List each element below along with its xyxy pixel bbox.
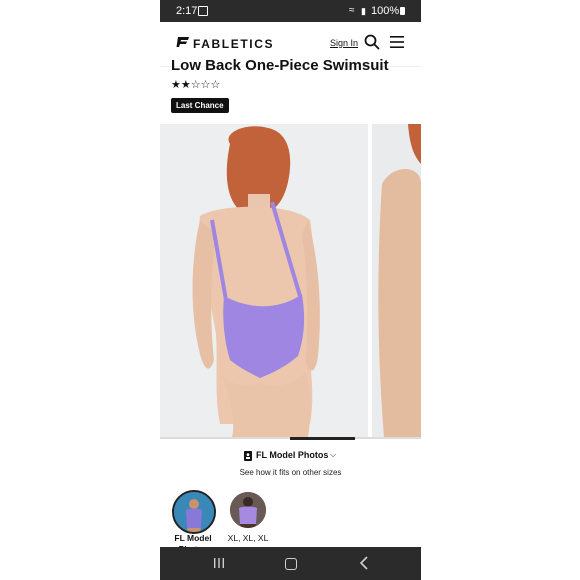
product-image-main[interactable] xyxy=(160,124,368,437)
android-nav-bar xyxy=(160,547,421,580)
thumbnail-label-xl: XL, XL, XL xyxy=(227,533,269,543)
model-thumbnail-fl[interactable] xyxy=(172,490,216,534)
product-image-next[interactable] xyxy=(372,124,421,437)
back-icon[interactable] xyxy=(359,556,369,570)
product-title: Low Back One-Piece Swimsuit xyxy=(171,57,389,74)
model-photo-icon xyxy=(244,451,252,461)
menu-icon[interactable] xyxy=(390,36,404,48)
signal-icon: ▮ xyxy=(361,6,366,16)
phone-screen: 2:17 ≈ ▮ 100% FABLETICS Sign In Low Back… xyxy=(160,0,421,580)
chevron-down-icon[interactable]: ⌵ xyxy=(330,450,336,460)
model-photos-toggle[interactable]: FL Model Photos xyxy=(256,450,328,460)
battery-icon xyxy=(400,7,405,15)
status-time: 2:17 xyxy=(176,5,198,17)
home-icon[interactable] xyxy=(285,558,297,570)
search-icon[interactable] xyxy=(364,34,380,50)
recents-icon[interactable] xyxy=(213,557,225,569)
logo-icon[interactable] xyxy=(176,36,190,48)
signin-link[interactable]: Sign In xyxy=(330,38,358,48)
gallery-scroll-indicator[interactable] xyxy=(290,437,355,440)
status-bar: 2:17 ≈ ▮ 100% xyxy=(160,0,421,22)
wifi-icon: ≈ xyxy=(349,5,355,16)
model-photo-back xyxy=(160,124,368,437)
thumbnail-image xyxy=(230,492,266,528)
last-chance-badge: Last Chance xyxy=(171,98,229,113)
model-photo-side xyxy=(372,124,421,437)
rating-stars[interactable]: ★★☆☆☆ xyxy=(171,78,220,91)
battery-percent: 100% xyxy=(371,5,400,17)
brand-logo[interactable]: FABLETICS xyxy=(193,37,274,51)
thumbnail-image xyxy=(174,492,214,532)
model-thumbnail-xl[interactable] xyxy=(230,492,266,528)
image-notification-icon xyxy=(198,6,208,16)
model-photos-subtitle: See how it fits on other sizes xyxy=(239,468,342,477)
